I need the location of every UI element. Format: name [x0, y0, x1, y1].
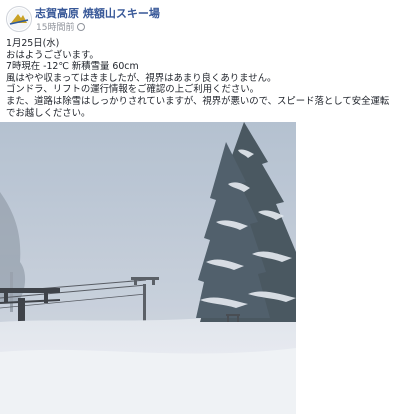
- post-weather-line: 7時現在 -12℃ 新積雪量 60cm: [6, 61, 139, 73]
- post-wind-line: 風はやや収まってはきましたが、視界はあまり良くありません。: [6, 72, 277, 84]
- post-photo[interactable]: [0, 122, 296, 414]
- ski-resort-logo-icon: [8, 8, 30, 30]
- snowfall-haze: [0, 122, 296, 414]
- timestamp-text: 15時間前: [36, 23, 75, 33]
- globe-icon: [77, 23, 86, 31]
- post-body: 1月25日(水) おはようございます。 7時現在 -12℃ 新積雪量 60cm …: [6, 38, 398, 119]
- page-name-link[interactable]: 志賀高原 焼額山スキー場: [35, 5, 160, 21]
- post-road-line: また、道路は除雪はしっかりされていますが、視界が悪いので、スピード落として安全運…: [6, 95, 390, 119]
- facebook-post: 志賀高原 焼額山スキー場 15時間前 1月25日(水) おはようございます。 7…: [0, 0, 400, 414]
- post-lift-info-line: ゴンドラ、リフトの運行情報をご確認の上ご利用ください。: [6, 84, 259, 96]
- post-greeting-line: おはようございます。: [6, 49, 99, 61]
- post-date-line: 1月25日(水): [6, 38, 60, 49]
- page-avatar[interactable]: [6, 6, 32, 32]
- post-timestamp[interactable]: 15時間前: [36, 20, 86, 33]
